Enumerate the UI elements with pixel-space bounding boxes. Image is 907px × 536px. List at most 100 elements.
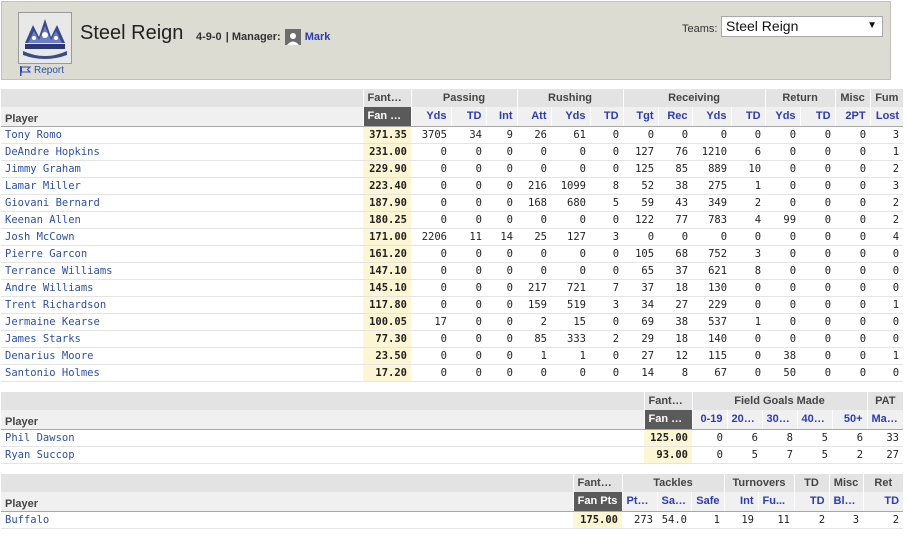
stat-cell: 0 [451,143,486,161]
defense-column-header[interactable]: Int [723,492,758,512]
fantasy-points-cell: 229.90 [363,160,411,178]
offense-column-header[interactable]: TD [730,107,766,127]
stat-cell: 0 [451,245,486,263]
fantasy-points-cell: 117.80 [363,296,411,314]
report-link[interactable]: Report [19,65,64,76]
table-row: Josh McCown 171.00 2206 11 14 25 127 3 0 0 0 0 0 0 0 4 [1,228,904,246]
stat-cell: 34 [623,296,659,314]
player-name-link[interactable]: Jimmy Graham [1,160,363,178]
table-row: DeAndre Hopkins 231.00 0 0 0 0 0 0 127 76 1210 6 0 0 0… [1,143,904,161]
defense-column-header[interactable]: Fan Pts [572,492,622,512]
defense-column-header[interactable]: TD [793,492,830,512]
offense-column-header[interactable]: Tgt [622,107,659,127]
stat-cell: 0 [835,245,871,263]
offense-column-header[interactable]: Lost [869,107,904,127]
offense-column-header[interactable]: Yds [410,107,451,127]
stat-cell: 2206 [411,228,451,246]
defense-body: Buffalo 175.00 273 54.0 1 19 11 2 3 2 [1,511,904,529]
fantasy-points-cell: 17.20 [363,364,411,382]
player-name-link[interactable]: Trent Richardson [1,296,363,314]
kicking-column-header[interactable]: 40-49 [796,410,832,430]
stat-cell: 9 [486,126,517,144]
player-name-link[interactable]: Santonio Holmes [1,364,363,382]
player-name-link[interactable]: Terrance Williams [1,262,363,280]
player-name-link[interactable]: DeAndre Hopkins [1,143,363,161]
player-name-link[interactable]: Ryan Succop [1,446,644,464]
defense-column-header[interactable]: Pts ... [621,492,657,512]
defense-column-header[interactable]: Sack [656,492,691,512]
defense-column-header[interactable]: Fu... [757,492,795,512]
offense-column-header[interactable]: Yds [764,107,801,127]
table-row: Lamar Miller 223.40 0 0 0 216 1099 8 52 38 275 1 0 0 0… [1,177,904,195]
kicking-column-header[interactable]: 0-19 [691,410,727,430]
stat-cell: 0 [590,211,624,229]
teams-label: Teams: [682,23,718,35]
player-name-link[interactable]: Keenan Allen [1,211,363,229]
offense-column-header[interactable]: Rec [657,107,693,127]
defense-column-header[interactable]: Safe [690,492,724,512]
player-name-link[interactable]: Buffalo [1,511,573,529]
defense-column-header[interactable]: Blk... [828,492,864,512]
stat-cell: 27 [867,446,904,464]
kicking-column-header[interactable]: Fan Pts [643,410,692,430]
offense-column-header[interactable]: TD [589,107,624,127]
stat-cell: 130 [692,279,732,297]
stat-cell: 59 [623,194,659,212]
defense-column-header-row: Player Fan Pts Pts ... Sack Safe Int Fu... TD B… [1,492,904,512]
defense-group-fantasy: Fantasy [572,474,622,492]
stat-cell: 721 [551,279,590,297]
stat-cell: 26 [517,126,551,144]
stat-cell: 2 [870,211,904,229]
stat-cell: 68 [658,245,693,263]
stat-cell: 752 [692,245,732,263]
player-name-link[interactable]: Phil Dawson [1,429,644,447]
player-name-link[interactable]: Giovani Bernard [1,194,363,212]
stat-cell: 0 [551,262,590,280]
report-label[interactable]: Report [34,65,64,76]
kicking-column-header[interactable]: Made [866,410,904,430]
kicking-column-header[interactable]: 50+ [831,410,868,430]
stat-cell: 0 [692,429,727,447]
player-name-link[interactable]: Denarius Moore [1,347,363,365]
stat-cell: 6 [731,143,766,161]
offense-column-header[interactable]: TD [799,107,836,127]
stat-cell: 0 [486,211,517,229]
kicking-column-header[interactable]: 20-29 [726,410,762,430]
stat-cell: 0 [551,143,590,161]
player-name-link[interactable]: Tony Romo [1,126,363,144]
stat-cell: 0 [411,245,451,263]
stat-cell: 5 [797,429,832,447]
stat-cell: 38 [658,177,693,195]
offense-column-header[interactable]: Fan Pts [362,107,411,127]
fantasy-points-cell: 147.10 [363,262,411,280]
stat-cell: 0 [411,143,451,161]
player-name-link[interactable]: James Starks [1,330,363,348]
offense-group-fantasy: Fantasy [362,89,411,107]
stat-cell: 0 [451,313,486,331]
stat-cell: 0 [486,313,517,331]
player-name-link[interactable]: Josh McCown [1,228,363,246]
player-name-link[interactable]: Andre Williams [1,279,363,297]
stat-cell: 0 [765,160,801,178]
manager-name-link[interactable]: Mark [305,31,331,43]
kicking-column-header[interactable]: 30-39 [761,410,797,430]
player-name-link[interactable]: Pierre Garcon [1,245,363,263]
defense-column-header[interactable]: TD [862,492,904,512]
player-name-link[interactable]: Lamar Miller [1,177,363,195]
stat-cell: 5 [727,446,762,464]
stat-cell: 0 [800,330,836,348]
offense-column-header[interactable]: Yds [550,107,590,127]
teams-selected-value: Steel Reign [726,18,799,34]
offense-column-header[interactable]: TD [450,107,486,127]
offense-column-header[interactable]: Att [516,107,551,127]
offense-column-header[interactable]: Int [485,107,517,127]
player-name-link[interactable]: Jermaine Kearse [1,313,363,331]
stat-cell: 0 [451,296,486,314]
fantasy-points-cell: 125.00 [644,429,692,447]
offense-column-header[interactable]: Yds [691,107,732,127]
stat-cell: 0 [590,245,624,263]
stat-cell: 8 [590,177,624,195]
offense-column-header[interactable]: 2PT [834,107,871,127]
teams-select[interactable]: Steel Reign ▼ [721,16,883,37]
stat-cell: 2 [517,313,551,331]
